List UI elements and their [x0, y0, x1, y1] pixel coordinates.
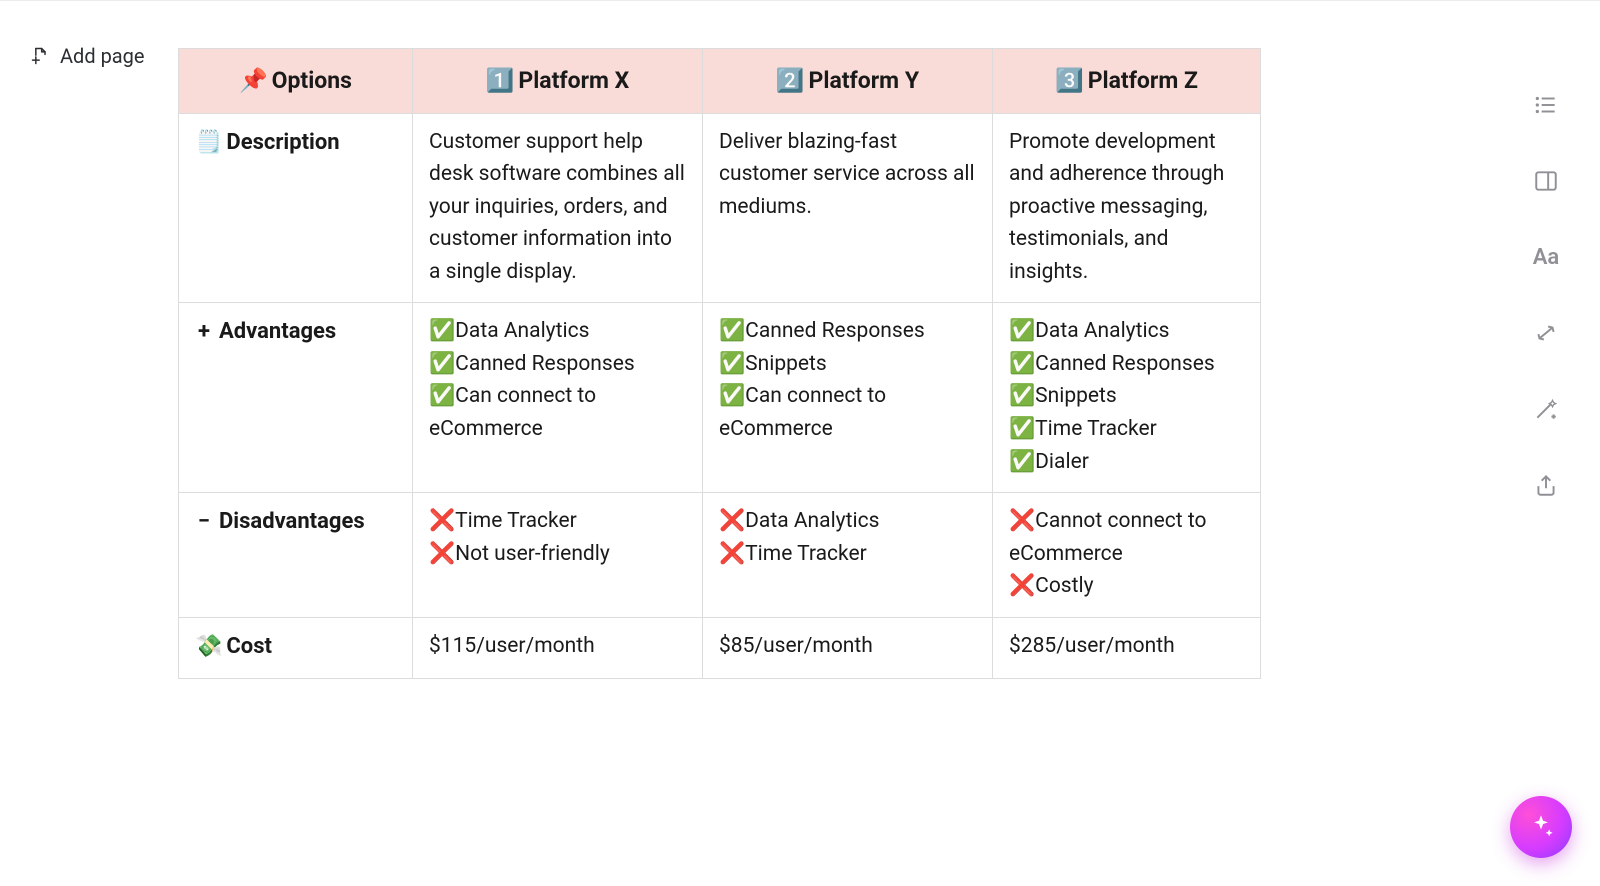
- top-divider: [0, 0, 1600, 1]
- cell-advantages-x[interactable]: ✅Data Analytics✅Canned Responses✅Can con…: [413, 303, 703, 493]
- share-tool[interactable]: [1531, 470, 1561, 500]
- header-platform-x[interactable]: 1️⃣Platform X: [413, 49, 703, 114]
- header-options[interactable]: 📌Options: [179, 49, 413, 114]
- list-item: ✅Time Tracker: [1009, 413, 1244, 446]
- cell-disadvantages-z[interactable]: ❌Cannot connect to eCommerce❌Costly: [993, 493, 1261, 618]
- ai-assistant-button[interactable]: [1510, 796, 1572, 858]
- rowlabel-description[interactable]: 🗒️Description: [179, 113, 413, 303]
- list-item: ❌Cannot connect to eCommerce: [1009, 505, 1244, 570]
- header-platform-z[interactable]: 3️⃣Platform Z: [993, 49, 1261, 114]
- cell-cost-x[interactable]: $115/user/month: [413, 617, 703, 678]
- magic-wand-icon: [1533, 396, 1559, 422]
- rowlabel-advantages-text: Advantages: [219, 319, 336, 344]
- magic-tool[interactable]: [1531, 394, 1561, 424]
- notepad-icon: 🗒️: [195, 130, 222, 155]
- list-item: ✅Dialer: [1009, 446, 1244, 479]
- swap-tool[interactable]: [1531, 318, 1561, 348]
- header-platform-y[interactable]: 2️⃣Platform Y: [703, 49, 993, 114]
- outline-icon: [1533, 92, 1559, 118]
- row-cost: 💸Cost $115/user/month $85/user/month $28…: [179, 617, 1261, 678]
- list-item: ✅Snippets: [1009, 380, 1244, 413]
- layout-tool[interactable]: [1531, 166, 1561, 196]
- cell-cost-z[interactable]: $285/user/month: [993, 617, 1261, 678]
- list-item: ✅Data Analytics: [429, 315, 686, 348]
- cell-description-x[interactable]: Customer support help desk software comb…: [413, 113, 703, 303]
- add-page-button[interactable]: Add page: [30, 44, 145, 68]
- swap-icon: [1533, 320, 1559, 346]
- three-icon: 3️⃣: [1055, 67, 1084, 94]
- cell-advantages-y[interactable]: ✅Canned Responses✅Snippets✅Can connect t…: [703, 303, 993, 493]
- rowlabel-disadvantages[interactable]: −Disadvantages: [179, 493, 413, 618]
- cell-description-y[interactable]: Deliver blazing-fast customer service ac…: [703, 113, 993, 303]
- layout-icon: [1533, 168, 1559, 194]
- rowlabel-cost-text: Cost: [226, 634, 272, 659]
- list-item: ✅Canned Responses: [429, 348, 686, 381]
- cell-disadvantages-y[interactable]: ❌Data Analytics❌Time Tracker: [703, 493, 993, 618]
- list-item: ✅Snippets: [719, 348, 976, 381]
- sparkle-icon: [1527, 813, 1555, 841]
- header-options-label: Options: [272, 67, 352, 94]
- money-icon: 💸: [195, 634, 222, 659]
- rowlabel-cost[interactable]: 💸Cost: [179, 617, 413, 678]
- list-item: ✅Can connect to eCommerce: [429, 380, 686, 445]
- header-platform-z-label: Platform Z: [1088, 67, 1198, 94]
- list-item: ❌Costly: [1009, 570, 1244, 603]
- add-page-label: Add page: [60, 44, 145, 68]
- cell-cost-y[interactable]: $85/user/month: [703, 617, 993, 678]
- outline-tool[interactable]: [1531, 90, 1561, 120]
- typography-icon: Aa: [1533, 245, 1560, 270]
- comparison-table: 📌Options 1️⃣Platform X 2️⃣Platform Y 3️⃣…: [178, 48, 1260, 679]
- row-disadvantages: −Disadvantages ❌Time Tracker❌Not user-fr…: [179, 493, 1261, 618]
- list-item: ❌Time Tracker: [429, 505, 686, 538]
- pin-icon: 📌: [239, 67, 268, 94]
- typography-tool[interactable]: Aa: [1531, 242, 1561, 272]
- add-page-icon: [30, 46, 50, 66]
- list-item: ✅Can connect to eCommerce: [719, 380, 976, 445]
- header-platform-x-label: Platform X: [518, 67, 629, 94]
- rowlabel-description-text: Description: [226, 130, 339, 155]
- right-toolbar: Aa: [1522, 90, 1570, 500]
- two-icon: 2️⃣: [776, 67, 805, 94]
- one-icon: 1️⃣: [486, 67, 515, 94]
- plus-icon: +: [195, 315, 213, 349]
- share-icon: [1533, 472, 1559, 498]
- row-advantages: +Advantages ✅Data Analytics✅Canned Respo…: [179, 303, 1261, 493]
- cell-disadvantages-x[interactable]: ❌Time Tracker❌Not user-friendly: [413, 493, 703, 618]
- list-item: ✅Data Analytics: [1009, 315, 1244, 348]
- header-platform-y-label: Platform Y: [809, 67, 920, 94]
- list-item: ❌Data Analytics: [719, 505, 976, 538]
- cell-advantages-z[interactable]: ✅Data Analytics✅Canned Responses✅Snippet…: [993, 303, 1261, 493]
- cell-description-z[interactable]: Promote development and adherence throug…: [993, 113, 1261, 303]
- row-description: 🗒️Description Customer support help desk…: [179, 113, 1261, 303]
- list-item: ❌Not user-friendly: [429, 538, 686, 571]
- list-item: ✅Canned Responses: [719, 315, 976, 348]
- minus-icon: −: [195, 505, 213, 539]
- list-item: ❌Time Tracker: [719, 538, 976, 571]
- rowlabel-advantages[interactable]: +Advantages: [179, 303, 413, 493]
- list-item: ✅Canned Responses: [1009, 348, 1244, 381]
- rowlabel-disadvantages-text: Disadvantages: [219, 509, 365, 534]
